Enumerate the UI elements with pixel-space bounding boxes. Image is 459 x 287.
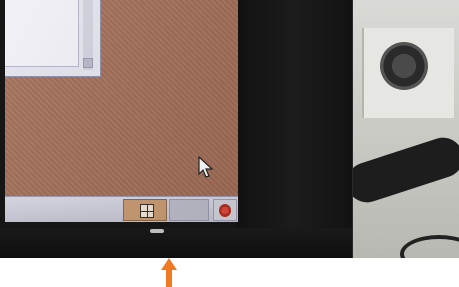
photo <box>0 0 459 258</box>
power-led <box>150 229 164 233</box>
arrow-up-icon <box>161 258 177 287</box>
monitor-screen <box>5 0 238 222</box>
screen-glare <box>5 0 238 222</box>
cable-connector <box>380 42 428 90</box>
bezel-side <box>236 0 352 258</box>
bezel-bottom <box>0 228 352 258</box>
monitor-bezel <box>0 0 353 258</box>
